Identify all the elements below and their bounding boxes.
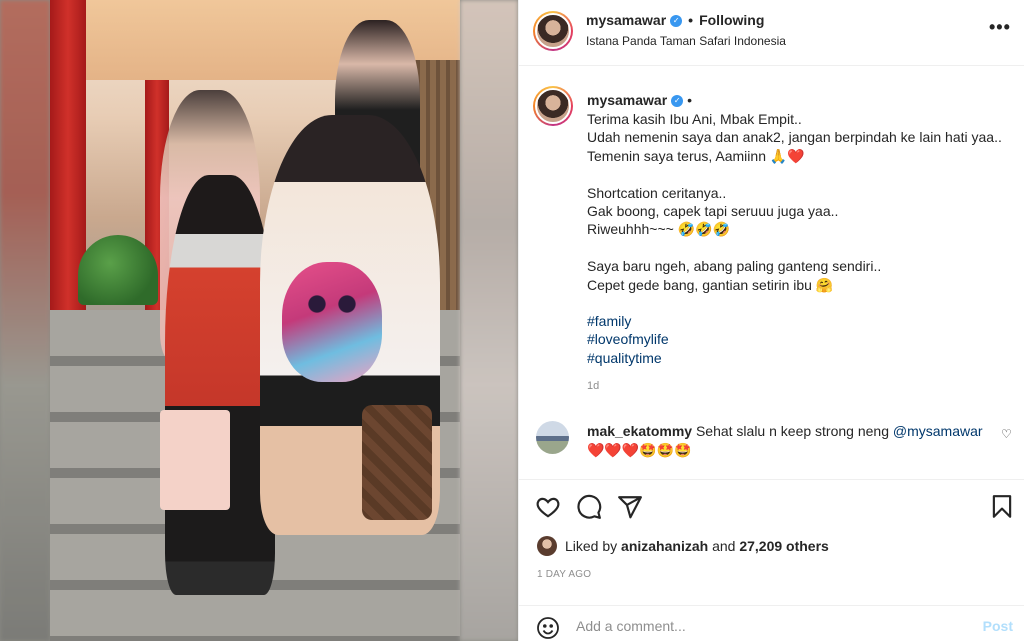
photo-person xyxy=(165,175,275,595)
share-icon[interactable] xyxy=(617,494,643,520)
comment-username[interactable]: mak_ekatommy xyxy=(587,423,692,439)
avatar-image xyxy=(535,13,571,49)
comment-avatar[interactable] xyxy=(536,421,569,454)
caption-text: Terima kasih Ibu Ani, Mbak Empit.. Udah … xyxy=(587,111,1002,293)
liker-avatar[interactable] xyxy=(537,536,557,556)
caption-timestamp[interactable]: 1d xyxy=(587,380,599,392)
heart-icon[interactable] xyxy=(535,494,561,520)
emoji-picker-icon[interactable] xyxy=(536,616,560,640)
post-actions: Liked by anizahanizah and 27,209 others … xyxy=(519,479,1024,639)
location-link[interactable]: Istana Panda Taman Safari Indonesia xyxy=(586,34,786,48)
hashtag-link[interactable]: #family xyxy=(587,312,669,330)
post-photo xyxy=(50,0,460,641)
caption-user-line: mysamawar ✓ • xyxy=(587,92,692,108)
comment-like-heart-icon[interactable]: ♡ xyxy=(1001,428,1013,440)
comment-item: mak_ekatommy Sehat slalu n keep strong n… xyxy=(519,419,1024,469)
comments-area[interactable]: mysamawar ✓ • Terima kasih Ibu Ani, Mbak E… xyxy=(519,67,1024,479)
likes-text: Liked by anizahanizah and 27,209 others xyxy=(565,538,829,554)
post-panel: mysamawar ✓ • Following Istana Panda Taman … xyxy=(518,0,1024,641)
likes-prefix: Liked by xyxy=(565,538,622,554)
media-blur-left xyxy=(0,0,50,641)
comment-text: Sehat slalu n keep strong neng xyxy=(692,423,893,439)
comment-line: mak_ekatommy Sehat slalu n keep strong n… xyxy=(587,423,983,439)
verified-badge-icon: ✓ xyxy=(670,15,683,28)
hashtag-link[interactable]: #qualitytime xyxy=(587,349,669,367)
header-username[interactable]: mysamawar xyxy=(586,12,666,28)
photo-owl-print xyxy=(282,262,382,382)
more-options-button[interactable]: ••• xyxy=(989,18,1011,40)
post-media[interactable] xyxy=(0,0,518,641)
comment-mention-link[interactable]: @mysamawar xyxy=(893,423,983,439)
hashtag-link[interactable]: #loveofmylife xyxy=(587,330,669,348)
photo-paper-bag xyxy=(160,410,230,510)
add-comment-bar: Post xyxy=(519,605,1024,641)
comment-emoji-line: ❤️❤️❤️🤩🤩🤩 xyxy=(587,442,692,458)
likes-count-link[interactable]: 27,209 others xyxy=(739,538,829,554)
post-header: mysamawar ✓ • Following Istana Panda Taman … xyxy=(519,0,1024,66)
media-blur-right xyxy=(460,0,518,641)
header-user-line: mysamawar ✓ • Following xyxy=(586,12,764,28)
likes-middle: and xyxy=(708,538,740,554)
verified-badge-icon: ✓ xyxy=(671,95,684,108)
post-date[interactable]: 1 DAY AGO xyxy=(537,569,591,580)
avatar-image xyxy=(535,88,571,124)
following-button[interactable]: Following xyxy=(699,12,764,28)
post-comment-button[interactable]: Post xyxy=(983,618,1013,634)
photo-plant xyxy=(78,235,158,305)
separator-dot: • xyxy=(688,12,694,28)
photo-handbag xyxy=(362,405,432,520)
caption-avatar[interactable] xyxy=(533,86,573,126)
comment-icon[interactable] xyxy=(576,494,602,520)
avatar[interactable] xyxy=(533,11,573,51)
liker-username[interactable]: anizahanizah xyxy=(621,538,708,554)
caption-dot: • xyxy=(687,92,693,108)
bookmark-icon[interactable] xyxy=(989,494,1015,520)
hashtag-list: #family #loveofmylife #qualitytime xyxy=(587,312,669,367)
comment-input[interactable] xyxy=(576,614,956,638)
caption-username[interactable]: mysamawar xyxy=(587,92,667,108)
